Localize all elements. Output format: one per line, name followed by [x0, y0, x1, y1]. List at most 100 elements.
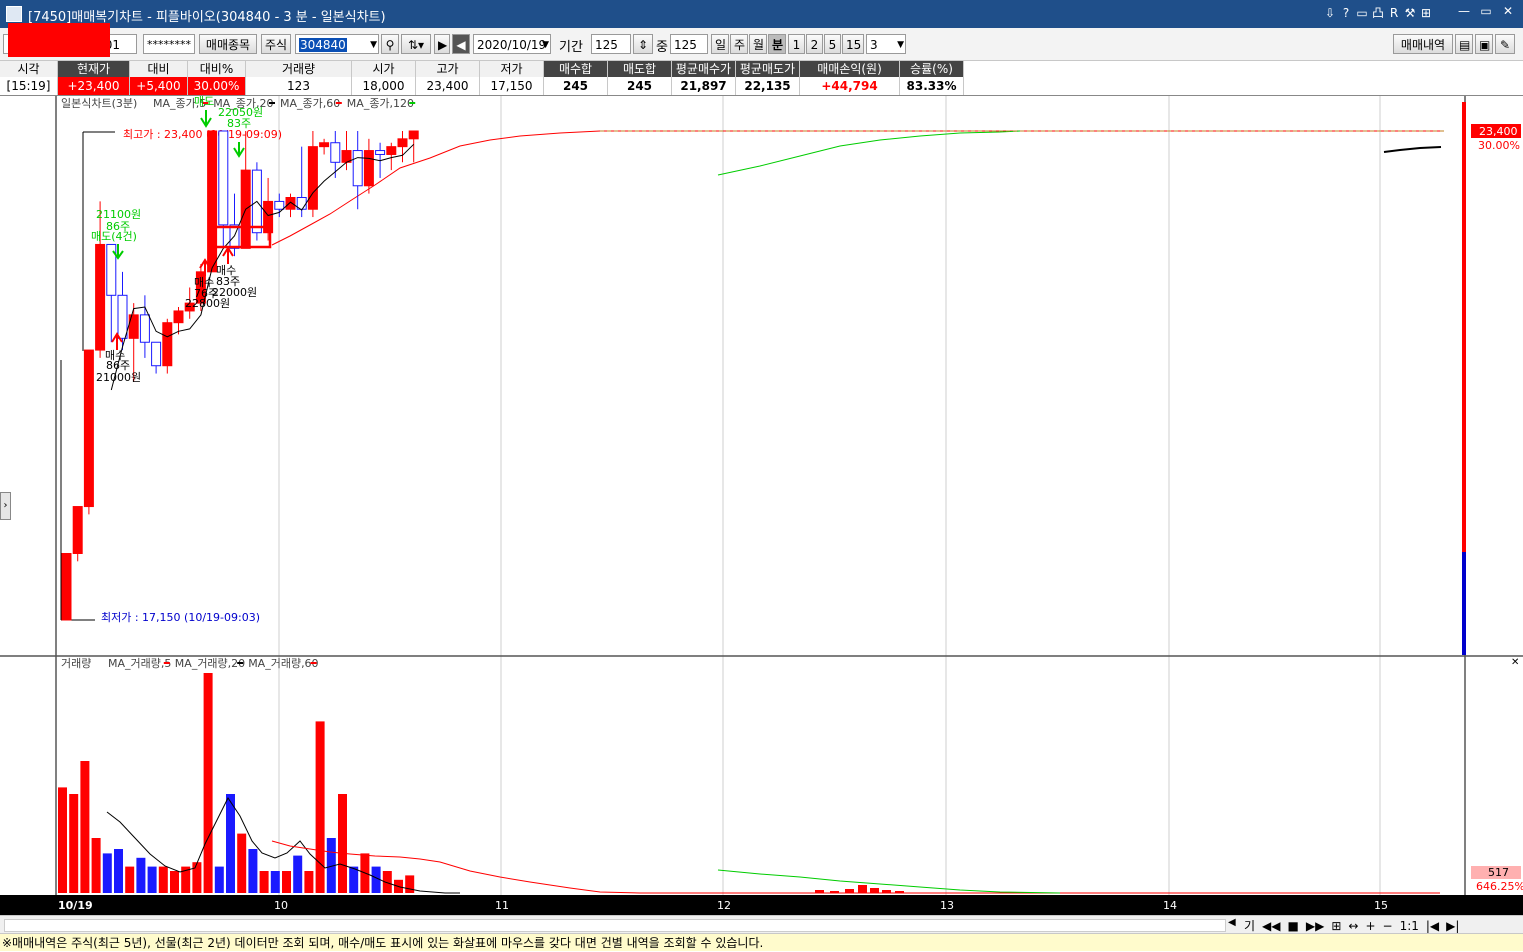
scroll-control-button[interactable]: 기: [1244, 919, 1255, 933]
scroll-control-button[interactable]: 1:1: [1400, 919, 1419, 933]
sidebar-toggle-icon[interactable]: ›: [0, 492, 11, 520]
play-forward-icon[interactable]: ▶: [434, 34, 450, 54]
candle-body[interactable]: [285, 197, 296, 210]
candle-body[interactable]: [162, 322, 173, 367]
volume-bar[interactable]: [170, 871, 179, 893]
date-field[interactable]: 2020/10/19 ▼: [473, 34, 551, 54]
chart-svg[interactable]: 일본식차트(3분) MA_종가,5 MA_종가,20 MA_종가,60 MA_종가,1…: [0, 95, 1523, 895]
candle-body[interactable]: [139, 314, 150, 343]
volume-bar[interactable]: [226, 794, 235, 893]
volume-bar[interactable]: [405, 875, 415, 893]
candle-body[interactable]: [307, 146, 318, 210]
period-month-button[interactable]: 월: [749, 34, 767, 54]
minute-5-button[interactable]: 5: [824, 34, 841, 54]
candle-body[interactable]: [274, 200, 285, 210]
volume-bar[interactable]: [237, 833, 247, 893]
scroll-control-button[interactable]: ■: [1288, 919, 1299, 933]
volume-bar[interactable]: [125, 866, 135, 893]
chart-area[interactable]: 일본식차트(3분) MA_종가,5 MA_종가,20 MA_종가,60 MA_종가,1…: [0, 95, 1523, 895]
candle-body[interactable]: [117, 294, 128, 339]
minute-2-button[interactable]: 2: [806, 34, 823, 54]
candle-body[interactable]: [319, 142, 330, 148]
scroll-control-button[interactable]: ◀◀: [1262, 919, 1280, 933]
save-icon[interactable]: ▣: [1475, 34, 1493, 54]
scroll-control-button[interactable]: |◀: [1426, 919, 1439, 933]
volume-bar[interactable]: [158, 866, 168, 893]
help-icon[interactable]: ?: [1338, 6, 1354, 20]
minute-chevron-icon[interactable]: ▼: [897, 35, 904, 53]
volume-bar[interactable]: [136, 857, 146, 893]
window-arrange-icon[interactable]: ⊞: [1418, 6, 1434, 20]
chart-scrollbar[interactable]: ◀ 기 ◀◀ ■ ▶▶ ⊞ ↔ + −1:1 |◀ ▶|: [0, 915, 1523, 934]
scroll-track[interactable]: [4, 919, 1226, 932]
restore-pin-icon[interactable]: ⇩: [1322, 6, 1338, 20]
period-spin-icon[interactable]: ⇕: [633, 34, 653, 54]
volume-bar[interactable]: [147, 866, 157, 893]
sort-toggle-icon[interactable]: ⇅▾: [401, 34, 431, 54]
candle-body[interactable]: [61, 552, 72, 621]
search-icon[interactable]: ⚲: [381, 34, 399, 54]
candle-body[interactable]: [218, 130, 229, 226]
count-input[interactable]: 125: [670, 34, 708, 54]
play-back-icon[interactable]: ◀: [452, 34, 470, 54]
trade-history-button[interactable]: 매매내역: [1393, 34, 1453, 54]
candle-body[interactable]: [151, 341, 162, 367]
volume-bar[interactable]: [270, 871, 280, 893]
volume-bar[interactable]: [102, 853, 112, 893]
volume-bar[interactable]: [80, 761, 90, 893]
candle-body[interactable]: [207, 130, 218, 273]
scroll-control-button[interactable]: ▶▶: [1306, 919, 1324, 933]
candle-body[interactable]: [95, 243, 106, 351]
candle-body[interactable]: [173, 310, 184, 324]
candle-body[interactable]: [397, 138, 408, 148]
period-input[interactable]: 125: [591, 34, 631, 54]
candle-body[interactable]: [363, 150, 374, 187]
minute-1-button[interactable]: 1: [788, 34, 805, 54]
period-day-button[interactable]: 일: [711, 34, 729, 54]
volume-bar[interactable]: [91, 838, 101, 893]
period-week-button[interactable]: 주: [730, 34, 748, 54]
minimize-button[interactable]: —: [1454, 4, 1474, 20]
stock-code-input[interactable]: 304840 ▼: [295, 34, 379, 54]
R[interactable]: R: [1386, 6, 1402, 20]
candle-body[interactable]: [386, 146, 397, 155]
calendar-chevron-icon[interactable]: ▼: [542, 35, 549, 53]
volume-bar[interactable]: [315, 721, 325, 893]
minute-select[interactable]: 3 ▼: [866, 34, 906, 54]
volume-bar[interactable]: [203, 673, 213, 893]
volume-bar[interactable]: [259, 871, 269, 893]
tools-icon[interactable]: ⚒: [1402, 6, 1418, 20]
trade-stock-button[interactable]: 매매종목: [199, 34, 257, 54]
candle-body[interactable]: [408, 130, 419, 140]
period-minute-button[interactable]: 분: [768, 34, 786, 54]
candle-body[interactable]: [375, 150, 386, 155]
panel-close-icon[interactable]: ✕: [1511, 657, 1519, 668]
close-button[interactable]: ✕: [1498, 4, 1518, 20]
volume-bar[interactable]: [349, 866, 359, 893]
candle-body[interactable]: [83, 349, 94, 508]
candle-body[interactable]: [352, 150, 363, 187]
volume-bar[interactable]: [58, 787, 67, 893]
volume-bar[interactable]: [293, 855, 303, 893]
scroll-control-button[interactable]: ↔: [1348, 919, 1358, 933]
scroll-controls[interactable]: 기 ◀◀ ■ ▶▶ ⊞ ↔ + −1:1 |◀ ▶|: [1244, 917, 1466, 934]
scroll-control-button[interactable]: ⊞: [1331, 919, 1341, 933]
scroll-control-button[interactable]: ▶|: [1446, 919, 1459, 933]
layout-icon[interactable]: ▭: [1354, 6, 1370, 20]
maximize-button[interactable]: ▭: [1476, 4, 1496, 20]
volume-bar[interactable]: [192, 862, 202, 893]
market-type-button[interactable]: 주식: [261, 34, 291, 54]
candle-body[interactable]: [330, 142, 341, 163]
volume-bar[interactable]: [214, 866, 224, 893]
volume-bar[interactable]: [248, 849, 258, 893]
minute-15-button[interactable]: 15: [842, 34, 864, 54]
volume-bar[interactable]: [282, 871, 291, 893]
volume-bar[interactable]: [114, 849, 123, 893]
password-field[interactable]: ********: [143, 34, 195, 54]
volume-bar[interactable]: [338, 794, 347, 893]
volume-bar[interactable]: [69, 794, 79, 893]
scroll-control-button[interactable]: −: [1383, 919, 1393, 933]
chevron-down-icon[interactable]: ▼: [370, 35, 377, 53]
settings-wrench-icon[interactable]: ✎: [1495, 34, 1515, 54]
layout-split-icon[interactable]: 凸: [1370, 4, 1386, 21]
